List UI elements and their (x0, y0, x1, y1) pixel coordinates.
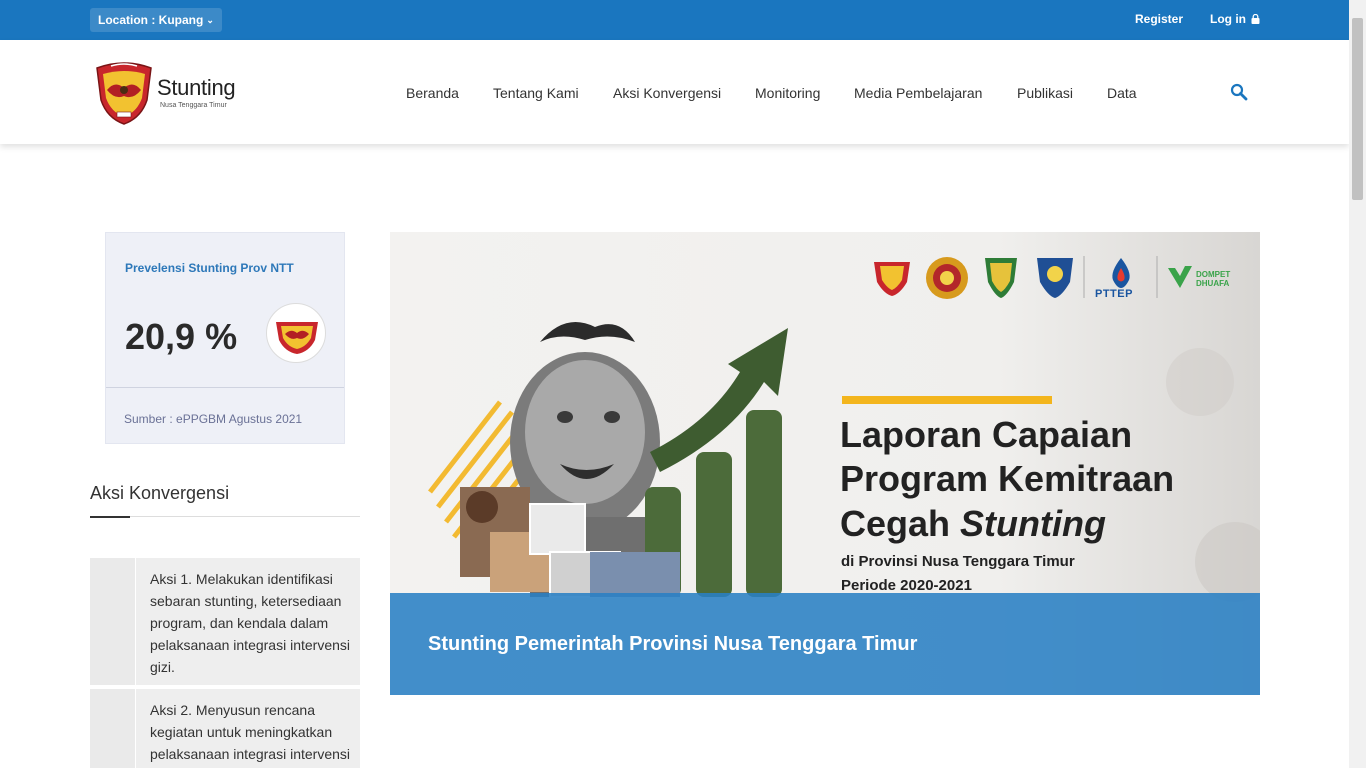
aksi-item-1[interactable]: Aksi 1. Melakukan identifikasi sebaran s… (90, 558, 360, 685)
nav-monitoring[interactable]: Monitoring (755, 85, 820, 101)
nav-beranda[interactable]: Beranda (406, 85, 459, 101)
nav-data[interactable]: Data (1107, 85, 1137, 101)
location-label: Location : Kupang (98, 13, 204, 27)
hero-banner[interactable]: PTTEP DOMPET DHUAFA Laporan Capaian Progr… (390, 232, 1260, 695)
aksi-item-text: Aksi 1. Melakukan identifikasi sebaran s… (150, 571, 351, 675)
nav-publikasi[interactable]: Publikasi (1017, 85, 1073, 101)
prevalence-source: Sumber : ePPGBM Agustus 2021 (124, 412, 303, 426)
partner-pttep-label: PTTEP (1095, 288, 1133, 300)
chevron-down-icon: ⌄ (206, 15, 214, 25)
ntt-emblem-icon (96, 62, 152, 125)
search-icon[interactable] (1230, 83, 1248, 101)
logo-subtitle: Nusa Tenggara Timur (160, 102, 227, 109)
register-link[interactable]: Register (1135, 12, 1183, 26)
banner-subtitle-2: Periode 2020-2021 (841, 577, 972, 594)
section-divider (90, 516, 360, 517)
banner-title-line3: Cegah Stunting (840, 503, 1106, 545)
login-link[interactable]: Log in (1210, 12, 1260, 26)
aksi-item-2[interactable]: Aksi 2. Menyusun rencana kegiatan untuk … (90, 689, 360, 768)
partner-dompet-label: DOMPET DHUAFA (1196, 270, 1230, 288)
prevalence-value: 20,9 % (125, 316, 238, 357)
ntt-emblem-badge (266, 303, 326, 363)
partner-dompet-line1: DOMPET (1196, 270, 1231, 279)
aksi-section-title: Aksi Konvergensi (90, 483, 230, 503)
aksi-item-icon (90, 558, 136, 685)
logo-title: Stunting (157, 75, 236, 100)
main-header: Stunting Nusa Tenggara Timur Beranda Ten… (0, 40, 1349, 144)
banner-title-line3-b: Stunting (960, 503, 1106, 544)
login-label: Log in (1210, 12, 1246, 26)
aksi-item-icon (90, 689, 136, 768)
nav-aksi-konvergensi[interactable]: Aksi Konvergensi (613, 85, 721, 101)
partner-dompet-line2: DHUAFA (1196, 279, 1230, 288)
nav-media-pembelajaran[interactable]: Media Pembelajaran (854, 85, 982, 101)
prevalence-card: Prevelensi Stunting Prov NTT 20,9 % Sumb… (105, 232, 345, 444)
prevalence-title: Prevelensi Stunting Prov NTT (125, 261, 294, 275)
card-divider (106, 387, 344, 388)
banner-title-line2: Program Kemitraan (840, 458, 1175, 499)
banner-caption-bar[interactable]: Stunting Pemerintah Provinsi Nusa Tengga… (390, 593, 1260, 695)
section-divider-accent (90, 516, 130, 518)
lock-icon (1251, 14, 1260, 24)
aksi-item-text: Aksi 2. Menyusun rencana kegiatan untuk … (150, 702, 351, 762)
top-bar: Location : Kupang ⌄ Register Log in (0, 0, 1349, 40)
page-scrollbar[interactable] (1349, 0, 1366, 768)
banner-subtitle-1: di Provinsi Nusa Tenggara Timur (841, 553, 1075, 570)
nav-tentang-kami[interactable]: Tentang Kami (493, 85, 579, 101)
scrollbar-thumb[interactable] (1352, 18, 1363, 200)
banner-caption-text: Stunting Pemerintah Provinsi Nusa Tengga… (428, 633, 918, 655)
ntt-emblem-icon (276, 322, 318, 354)
banner-title-line3-a: Cegah (840, 503, 961, 544)
banner-title-line1: Laporan Capaian (840, 414, 1133, 455)
location-dropdown[interactable]: Location : Kupang ⌄ (90, 8, 222, 32)
site-logo[interactable]: Stunting Nusa Tenggara Timur (93, 60, 243, 126)
